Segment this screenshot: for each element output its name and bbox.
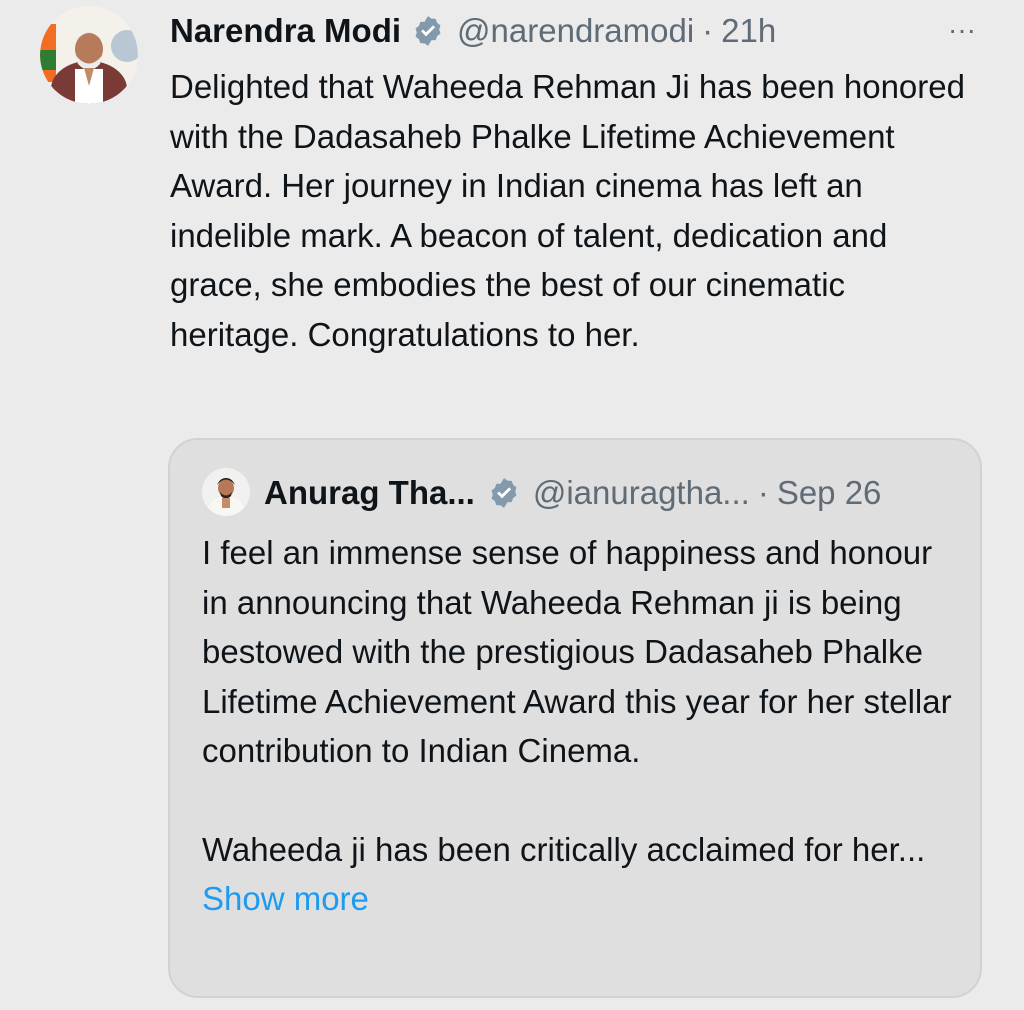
quoted-tweet-text: I feel an immense sense of happiness and… (202, 528, 962, 924)
author-avatar[interactable] (40, 6, 138, 104)
quoted-paragraph-2-text: Waheeda ji has been critically acclaimed… (202, 830, 926, 868)
separator-dot: · (702, 12, 714, 49)
verified-badge-icon (487, 476, 521, 510)
quoted-author-name[interactable]: Anurag Tha... (264, 474, 475, 512)
tweet-time[interactable]: 21h (721, 12, 776, 50)
tweet-text: Delighted that Waheeda Rehman Ji has bee… (170, 68, 965, 353)
quoted-author-handle[interactable]: @ianuragtha... (533, 474, 750, 512)
quoted-paragraph-2: Waheeda ji has been critically acclaimed… (202, 825, 962, 924)
quoted-tweet-time[interactable]: Sep 26 (777, 474, 882, 512)
quoted-tweet-header: Anurag Tha... @ianuragtha... · Sep 26 (264, 468, 881, 518)
quoted-tweet[interactable]: Anurag Tha... @ianuragtha... · Sep 26 I … (168, 438, 982, 998)
tweet-header: Narendra Modi @narendramodi · 21h (170, 6, 776, 56)
author-handle[interactable]: @narendramodi (457, 12, 694, 50)
quoted-paragraph-1: I feel an immense sense of happiness and… (202, 534, 952, 769)
quoted-author-photo (202, 468, 250, 516)
more-options-icon[interactable]: ··· (940, 14, 984, 46)
quoted-author-avatar[interactable] (202, 468, 250, 516)
author-photo (40, 6, 138, 104)
quoted-separator-dot: · (757, 474, 769, 511)
show-more-link[interactable]: Show more (202, 880, 369, 917)
author-name[interactable]: Narendra Modi (170, 12, 401, 50)
verified-badge-icon (411, 14, 445, 48)
tweet: Narendra Modi @narendramodi · 21h ··· De… (0, 0, 1024, 1010)
